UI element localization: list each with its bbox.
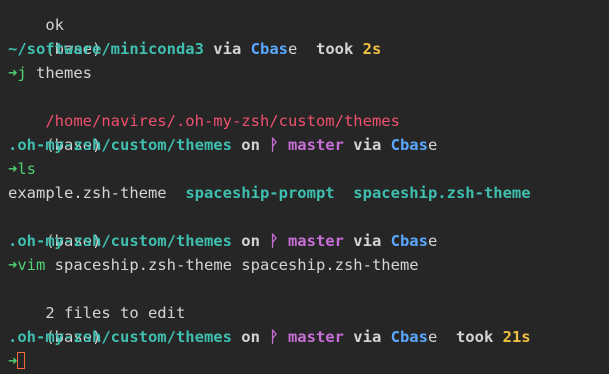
command-args: spaceship.zsh-theme spaceship.zsh-theme (45, 256, 419, 274)
prompt-on: on (231, 232, 270, 250)
output-line: 2 files to edit (8, 277, 608, 322)
prompt-arrow-icon: ➜ (8, 64, 18, 82)
file-entry: example.zsh-theme (8, 184, 167, 202)
prompt-arrow-icon: ➜ (8, 352, 18, 370)
command-name: vim (17, 256, 46, 274)
partial-text: ok (45, 16, 64, 34)
prompt-line: .oh-my-zsh/custom/themes on ᚹ master via… (8, 325, 608, 349)
output-line: (base) (8, 13, 608, 58)
conda-env-name-tail: e (427, 328, 438, 346)
prompt-via: via (203, 40, 251, 58)
conda-icon: C (390, 136, 400, 154)
conda-icon: C (390, 232, 400, 250)
prompt-took: took (297, 40, 363, 58)
ls-output-line: example.zsh-theme spaceship-prompt space… (8, 181, 608, 205)
prompt-path: .oh-my-zsh/custom/themes (8, 136, 232, 154)
command-name: ls (17, 160, 37, 178)
prompt-took: took (437, 328, 503, 346)
prompt-via: via (343, 328, 391, 346)
prompt-line: .oh-my-zsh/custom/themes on ᚹ master via… (8, 229, 608, 253)
conda-env-name-tail: e (287, 40, 298, 58)
prompt-line: ~/software/miniconda3 via Cbase took 2s (8, 37, 608, 61)
prompt-arrow-icon: ➜ (8, 256, 18, 274)
git-branch-icon: ᚹ (269, 136, 279, 154)
file-entry: spaceship.zsh-theme (353, 184, 531, 202)
conda-icon: C (250, 40, 260, 58)
conda-env-name: bas (399, 136, 428, 154)
git-branch-name: master (287, 232, 344, 250)
prompt-on: on (231, 136, 270, 154)
input-line[interactable]: ➜ (8, 349, 608, 373)
command-duration: 21s (502, 328, 531, 346)
command-duration: 2s (362, 40, 382, 58)
text-cursor[interactable] (17, 352, 26, 369)
command-line: ➜ls (8, 157, 608, 181)
prompt-path: .oh-my-zsh/custom/themes (8, 232, 232, 250)
terminal-window[interactable]: ok (base) ~/software/miniconda3 via Cbas… (8, 0, 608, 373)
prompt-via: via (343, 136, 391, 154)
jump-target-path: /home/navires/.oh-my-zsh/custom/themes (45, 112, 400, 130)
git-branch-name: master (287, 136, 344, 154)
prompt-arrow-icon: ➜ (8, 160, 18, 178)
conda-env-name: bas (399, 232, 428, 250)
prompt-line: .oh-my-zsh/custom/themes on ᚹ master via… (8, 133, 608, 157)
prompt-via: via (343, 232, 391, 250)
conda-icon: C (390, 328, 400, 346)
conda-env-name-tail: e (427, 136, 438, 154)
conda-env-name-tail: e (427, 232, 438, 250)
conda-env-name: bas (259, 40, 288, 58)
directory-entry: spaceship-prompt (185, 184, 335, 202)
output-line: ok (8, 0, 608, 34)
git-branch-name: master (287, 328, 344, 346)
output-line: /home/navires/.oh-my-zsh/custom/themes (8, 85, 608, 130)
output-line: (base) (8, 205, 608, 250)
prompt-path: ~/software/miniconda3 (8, 40, 204, 58)
command-line: ➜vim spaceship.zsh-theme spaceship.zsh-t… (8, 253, 608, 277)
command-line: ➜j themes (8, 61, 608, 85)
git-branch-icon: ᚹ (269, 328, 279, 346)
prompt-path: .oh-my-zsh/custom/themes (8, 328, 232, 346)
command-name: j (17, 64, 27, 82)
prompt-on: on (231, 328, 270, 346)
vim-message: 2 files to edit (45, 304, 186, 322)
conda-env-name: bas (399, 328, 428, 346)
command-args: themes (26, 64, 93, 82)
git-branch-icon: ᚹ (269, 232, 279, 250)
